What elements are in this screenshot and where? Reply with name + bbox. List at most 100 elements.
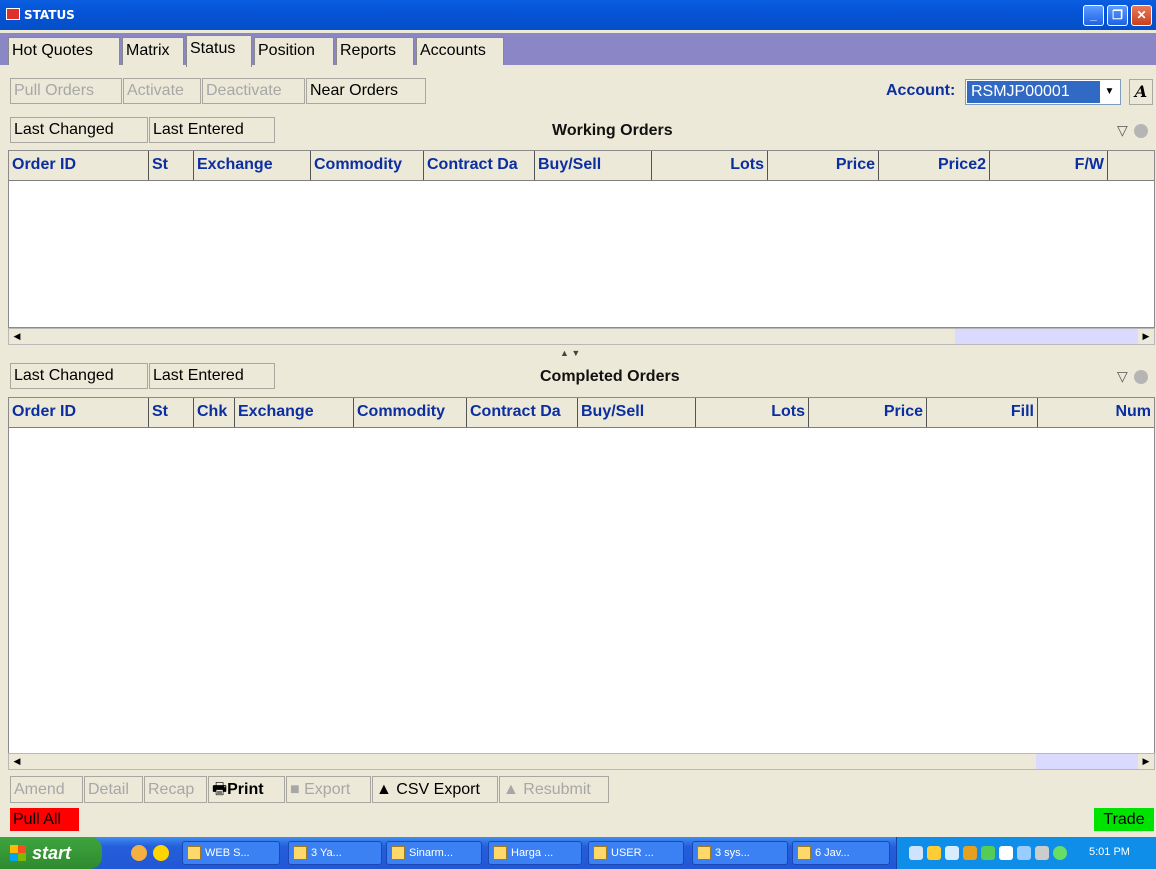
detail-button[interactable]: Detail <box>84 776 143 803</box>
taskbar-item[interactable]: 6 Jav... <box>792 841 890 865</box>
export-label: Export <box>304 781 351 798</box>
title-bar[interactable]: STATUS _ ❐ ✕ <box>0 0 1156 30</box>
deactivate-button[interactable]: Deactivate <box>202 78 305 104</box>
taskbar: start WEB S... 3 Ya... Sinarm... Harga .… <box>0 837 1156 869</box>
tab-accounts[interactable]: Accounts <box>416 37 504 65</box>
taskbar-item[interactable]: WEB S... <box>182 841 280 865</box>
print-button[interactable]: 🖶Print <box>208 776 285 803</box>
tray-icon[interactable] <box>1035 846 1049 860</box>
column-header-st[interactable]: St <box>149 398 194 427</box>
working-orders-grid[interactable]: Order ID St Exchange Commodity Contract … <box>8 150 1155 328</box>
tray-icon[interactable] <box>1053 846 1067 860</box>
column-header-chk[interactable]: Chk <box>194 398 235 427</box>
restore-button[interactable]: ❐ <box>1107 5 1128 26</box>
tray-icon[interactable] <box>981 846 995 860</box>
tray-icon[interactable] <box>963 846 977 860</box>
csv-export-button[interactable]: ▲ CSV Export <box>372 776 498 803</box>
smiley-icon <box>293 846 307 860</box>
scroll-right-icon[interactable]: ▶ <box>1138 329 1154 344</box>
start-button[interactable]: start <box>0 837 102 869</box>
taskbar-item[interactable]: 3 Ya... <box>288 841 382 865</box>
completed-last-entered-button[interactable]: Last Entered <box>149 363 275 389</box>
recap-button[interactable]: Recap <box>144 776 207 803</box>
scroll-right-icon[interactable]: ▶ <box>1138 754 1154 769</box>
completed-horizontal-scrollbar[interactable]: ◀ ▶ <box>8 753 1155 770</box>
amend-button[interactable]: Amend <box>10 776 83 803</box>
column-header-exchange[interactable]: Exchange <box>194 151 311 180</box>
column-header-num[interactable]: Num <box>1038 398 1154 427</box>
activate-button[interactable]: Activate <box>123 78 201 104</box>
pull-orders-button[interactable]: Pull Orders <box>10 78 122 104</box>
column-header-commodity[interactable]: Commodity <box>354 398 467 427</box>
minimize-button[interactable]: _ <box>1083 5 1104 26</box>
quicklaunch-icon[interactable] <box>131 845 147 861</box>
caret-up-icon: ▲ <box>376 781 392 798</box>
scroll-thumb[interactable] <box>1036 754 1138 769</box>
working-last-entered-button[interactable]: Last Entered <box>149 117 275 143</box>
completed-orders-grid[interactable]: Order ID St Chk Exchange Commodity Contr… <box>8 397 1155 754</box>
scroll-thumb[interactable] <box>955 329 1138 344</box>
smiley-icon[interactable] <box>153 845 169 861</box>
caret-up-icon: ▲ <box>503 781 519 798</box>
scroll-left-icon[interactable]: ◀ <box>9 754 25 769</box>
column-header-price[interactable]: Price <box>809 398 927 427</box>
gear-icon[interactable] <box>1134 370 1148 384</box>
font-button[interactable]: A <box>1129 79 1153 105</box>
near-orders-button[interactable]: Near Orders <box>306 78 426 104</box>
taskbar-item[interactable]: 3 sys... <box>692 841 788 865</box>
column-header-contract-date[interactable]: Contract Da <box>467 398 578 427</box>
window-title: STATUS <box>24 8 75 22</box>
scroll-left-icon[interactable]: ◀ <box>9 329 25 344</box>
tab-reports[interactable]: Reports <box>336 37 414 65</box>
working-horizontal-scrollbar[interactable]: ◀ ▶ <box>8 328 1155 345</box>
tab-status[interactable]: Status <box>186 35 252 67</box>
tray-icon[interactable] <box>999 846 1013 860</box>
word-icon <box>593 846 607 860</box>
column-header-price[interactable]: Price <box>768 151 879 180</box>
column-header-price2[interactable]: Price2 <box>879 151 990 180</box>
tab-position[interactable]: Position <box>254 37 334 65</box>
pull-all-button[interactable]: Pull All <box>10 808 79 831</box>
splitter-handle-icon[interactable]: ▲ ▼ <box>560 348 580 358</box>
taskbar-item[interactable]: Sinarm... <box>386 841 482 865</box>
column-header-exchange[interactable]: Exchange <box>235 398 354 427</box>
resubmit-button[interactable]: ▲ Resubmit <box>499 776 609 803</box>
taskbar-item[interactable]: USER ... <box>588 841 684 865</box>
tray-icon[interactable] <box>927 846 941 860</box>
column-header-buy-sell[interactable]: Buy/Sell <box>535 151 652 180</box>
trade-button[interactable]: Trade <box>1094 808 1154 831</box>
folder-icon <box>187 846 201 860</box>
column-header-st[interactable]: St <box>149 151 194 180</box>
app-icon <box>6 8 20 20</box>
column-header-fill[interactable]: Fill <box>927 398 1038 427</box>
column-header-contract-date[interactable]: Contract Da <box>424 151 535 180</box>
chevron-down-icon[interactable]: ▼ <box>1101 82 1118 102</box>
app-icon <box>697 846 711 860</box>
filter-icon[interactable]: ▽ <box>1117 122 1128 139</box>
tab-hot-quotes[interactable]: Hot Quotes <box>8 37 120 65</box>
completed-last-changed-button[interactable]: Last Changed <box>10 363 148 389</box>
column-header-order-id[interactable]: Order ID <box>9 151 149 180</box>
ie-icon <box>391 846 405 860</box>
working-last-changed-button[interactable]: Last Changed <box>10 117 148 143</box>
column-header-commodity[interactable]: Commodity <box>311 151 424 180</box>
export-button[interactable]: ■ Export <box>286 776 371 803</box>
column-header-order-id[interactable]: Order ID <box>9 398 149 427</box>
column-header-buy-sell[interactable]: Buy/Sell <box>578 398 696 427</box>
tray-icon[interactable] <box>945 846 959 860</box>
account-select[interactable]: RSMJP00001 ▼ <box>965 79 1121 105</box>
account-value: RSMJP00001 <box>967 81 1100 103</box>
close-button[interactable]: ✕ <box>1131 5 1152 26</box>
tab-matrix[interactable]: Matrix <box>122 37 184 65</box>
filter-icon[interactable]: ▽ <box>1117 368 1128 385</box>
column-header-fw[interactable]: F/W <box>990 151 1108 180</box>
column-header-lots[interactable]: Lots <box>652 151 768 180</box>
java-icon <box>797 846 811 860</box>
taskbar-item[interactable]: Harga ... <box>488 841 582 865</box>
column-header-lots[interactable]: Lots <box>696 398 809 427</box>
export-icon: ■ <box>290 781 300 798</box>
tray-icon[interactable] <box>909 846 923 860</box>
tray-icon[interactable] <box>1017 846 1031 860</box>
gear-icon[interactable] <box>1134 124 1148 138</box>
print-label: Print <box>227 781 264 798</box>
